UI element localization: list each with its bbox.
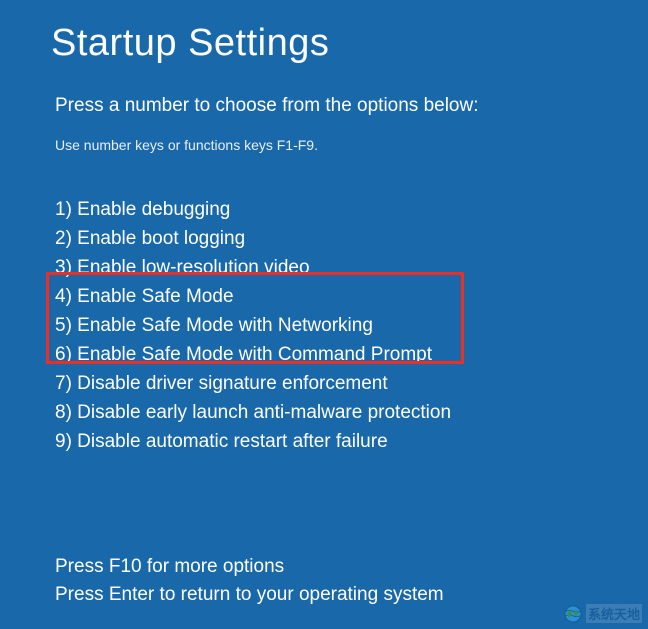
option-3[interactable]: 3) Enable low-resolution video [55, 253, 648, 282]
watermark: 系统天地 [564, 604, 642, 623]
option-2[interactable]: 2) Enable boot logging [55, 224, 648, 253]
option-8[interactable]: 8) Disable early launch anti-malware pro… [55, 398, 648, 427]
key-hint: Use number keys or functions keys F1-F9. [0, 117, 648, 153]
footer: Press F10 for more options Press Enter t… [55, 553, 444, 609]
page-title: Startup Settings [0, 0, 648, 65]
footer-more: Press F10 for more options [55, 553, 444, 581]
option-5[interactable]: 5) Enable Safe Mode with Networking [55, 311, 648, 340]
footer-enter: Press Enter to return to your operating … [55, 581, 444, 609]
options-list: 1) Enable debugging 2) Enable boot loggi… [0, 153, 648, 456]
option-6[interactable]: 6) Enable Safe Mode with Command Prompt [55, 340, 648, 369]
option-9[interactable]: 9) Disable automatic restart after failu… [55, 427, 648, 456]
option-4[interactable]: 4) Enable Safe Mode [55, 282, 648, 311]
option-1[interactable]: 1) Enable debugging [55, 195, 648, 224]
option-7[interactable]: 7) Disable driver signature enforcement [55, 369, 648, 398]
globe-icon [564, 605, 582, 623]
subtitle: Press a number to choose from the option… [0, 65, 648, 117]
watermark-text: 系统天地 [586, 604, 642, 623]
